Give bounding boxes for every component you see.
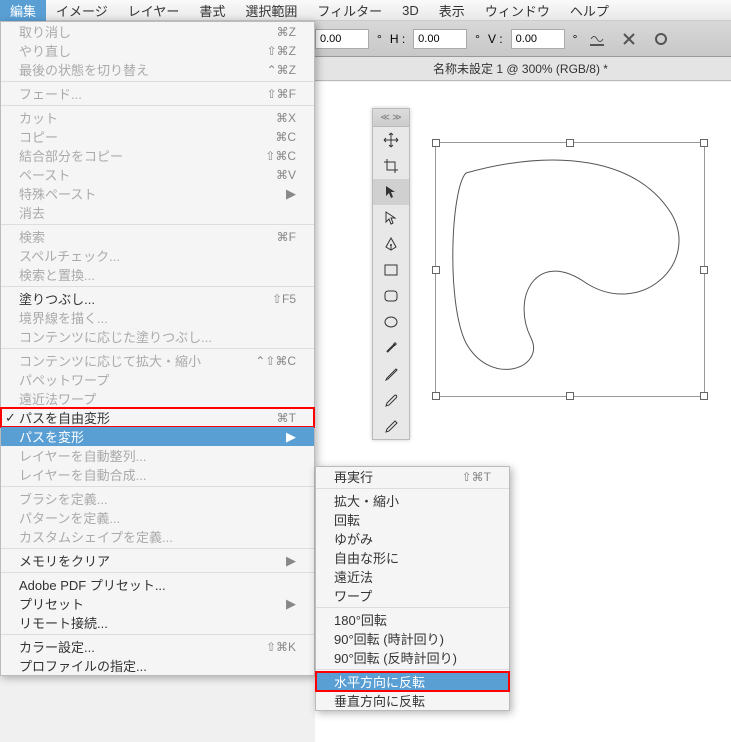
handle-bot-left[interactable] — [432, 392, 440, 400]
cancel-icon[interactable] — [617, 27, 641, 51]
rounded-rect-tool-icon[interactable] — [373, 283, 409, 309]
menu-pdf-preset[interactable]: Adobe PDF プリセット... — [1, 575, 314, 594]
v-field[interactable] — [511, 29, 565, 49]
path-shape — [436, 143, 706, 398]
menu-assign-profile[interactable]: プロファイルの指定... — [1, 656, 314, 675]
submenu-scale[interactable]: 拡大・縮小 — [316, 491, 509, 510]
menu-stroke: 境界線を描く... — [1, 308, 314, 327]
rectangle-tool-icon[interactable] — [373, 257, 409, 283]
menu-remote[interactable]: リモート接続... — [1, 613, 314, 632]
submenu-rotate-180[interactable]: 180°回転 — [316, 610, 509, 629]
transform-submenu: 再実行⇧⌘T 拡大・縮小 回転 ゆがみ 自由な形に 遠近法 ワープ 180°回転… — [315, 466, 510, 711]
menu-spellcheck: スペルチェック... — [1, 246, 314, 265]
menu-auto-blend: レイヤーを自動合成... — [1, 465, 314, 484]
submenu-flip-horizontal[interactable]: 水平方向に反転 — [316, 672, 509, 691]
transform-tool-panel: ≪ ≫ — [372, 108, 410, 440]
menu-free-transform-path[interactable]: ✓パスを自由変形⌘T — [1, 408, 314, 427]
warp-icon[interactable] — [585, 27, 609, 51]
menubar-type[interactable]: 書式 — [189, 0, 235, 22]
handle-bot-right[interactable] — [700, 392, 708, 400]
brush-tool-icon[interactable] — [373, 387, 409, 413]
handle-mid-right[interactable] — [700, 266, 708, 274]
menu-transform-path[interactable]: パスを変形▶ — [1, 427, 314, 446]
menu-redo: やり直し⇧⌘Z — [1, 41, 314, 60]
document-tab[interactable]: 名称未設定 1 @ 300% (RGB/8) * — [433, 60, 608, 77]
menu-undo: 取り消し⌘Z — [1, 22, 314, 41]
handle-mid-left[interactable] — [432, 266, 440, 274]
ellipse-tool-icon[interactable] — [373, 309, 409, 335]
menubar-layer[interactable]: レイヤー — [118, 0, 190, 22]
h-field[interactable] — [413, 29, 467, 49]
menu-cut: カット⌘X — [1, 108, 314, 127]
menu-paste: ペースト⌘V — [1, 165, 314, 184]
wand-tool-icon[interactable] — [373, 335, 409, 361]
menu-preset[interactable]: プリセット▶ — [1, 594, 314, 613]
move-tool-icon[interactable] — [373, 127, 409, 153]
direct-select-tool-icon[interactable] — [373, 205, 409, 231]
menubar-select[interactable]: 選択範囲 — [235, 0, 307, 22]
submenu-perspective[interactable]: 遠近法 — [316, 567, 509, 586]
submenu-distort[interactable]: 自由な形に — [316, 548, 509, 567]
crop-tool-icon[interactable] — [373, 153, 409, 179]
degree-label: ° — [377, 32, 382, 46]
menubar-filter[interactable]: フィルター — [307, 0, 392, 22]
transform-bounding-box[interactable] — [435, 142, 705, 397]
menubar: 編集 イメージ レイヤー 書式 選択範囲 フィルター 3D 表示 ウィンドウ ヘ… — [0, 0, 731, 21]
submenu-rotate-90cw[interactable]: 90°回転 (時計回り) — [316, 629, 509, 648]
menu-perspective-warp: 遠近法ワープ — [1, 389, 314, 408]
menu-purge[interactable]: メモリをクリア▶ — [1, 551, 314, 570]
panel-header[interactable]: ≪ ≫ — [373, 109, 409, 127]
edit-menu-dropdown: 取り消し⌘Z やり直し⇧⌘Z 最後の状態を切り替え⌃⌘Z フェード...⇧⌘F … — [0, 21, 315, 676]
menu-fade: フェード...⇧⌘F — [1, 84, 314, 103]
menu-clear: 消去 — [1, 203, 314, 222]
menubar-help[interactable]: ヘルプ — [560, 0, 619, 22]
v-label: V : — [488, 32, 503, 46]
menu-find-replace: 検索と置換... — [1, 265, 314, 284]
menu-fill[interactable]: 塗りつぶし...⇧F5 — [1, 289, 314, 308]
submenu-warp[interactable]: ワープ — [316, 586, 509, 605]
menu-content-fill: コンテンツに応じた塗りつぶし... — [1, 327, 314, 346]
handle-top-left[interactable] — [432, 139, 440, 147]
menubar-image[interactable]: イメージ — [46, 0, 118, 22]
menubar-window[interactable]: ウィンドウ — [475, 0, 560, 22]
menu-define-brush: ブラシを定義... — [1, 489, 314, 508]
degree-label-2: ° — [475, 32, 480, 46]
menu-find: 検索⌘F — [1, 227, 314, 246]
menu-copy: コピー⌘C — [1, 127, 314, 146]
submenu-rotate-90ccw[interactable]: 90°回転 (反時計回り) — [316, 648, 509, 667]
handle-top-mid[interactable] — [566, 139, 574, 147]
submenu-rotate[interactable]: 回転 — [316, 510, 509, 529]
submenu-flip-vertical[interactable]: 垂直方向に反転 — [316, 691, 509, 710]
degree-label-3: ° — [573, 32, 578, 46]
menu-paste-special: 特殊ペースト▶ — [1, 184, 314, 203]
h-label: H : — [390, 32, 405, 46]
submenu-skew[interactable]: ゆがみ — [316, 529, 509, 548]
submenu-again[interactable]: 再実行⇧⌘T — [316, 467, 509, 486]
menu-define-shape: カスタムシェイプを定義... — [1, 527, 314, 546]
menu-puppet-warp: パペットワープ — [1, 370, 314, 389]
handle-top-right[interactable] — [700, 139, 708, 147]
menubar-edit[interactable]: 編集 — [0, 0, 46, 22]
menubar-3d[interactable]: 3D — [392, 1, 429, 20]
menu-auto-align: レイヤーを自動整列... — [1, 446, 314, 465]
menu-copy-merged: 結合部分をコピー⇧⌘C — [1, 146, 314, 165]
menu-content-scale: コンテンツに応じて拡大・縮小⌃⇧⌘C — [1, 351, 314, 370]
menubar-view[interactable]: 表示 — [429, 0, 475, 22]
eyedropper-tool-icon[interactable] — [373, 361, 409, 387]
handle-bot-mid[interactable] — [566, 392, 574, 400]
menu-toggle-last: 最後の状態を切り替え⌃⌘Z — [1, 60, 314, 79]
value-field-1[interactable] — [315, 29, 369, 49]
commit-icon[interactable] — [649, 27, 673, 51]
pen-tool-icon[interactable] — [373, 231, 409, 257]
menu-color-settings[interactable]: カラー設定...⇧⌘K — [1, 637, 314, 656]
menu-define-pattern: パターンを定義... — [1, 508, 314, 527]
pencil-tool-icon[interactable] — [373, 413, 409, 439]
path-select-tool-icon[interactable] — [373, 179, 409, 205]
